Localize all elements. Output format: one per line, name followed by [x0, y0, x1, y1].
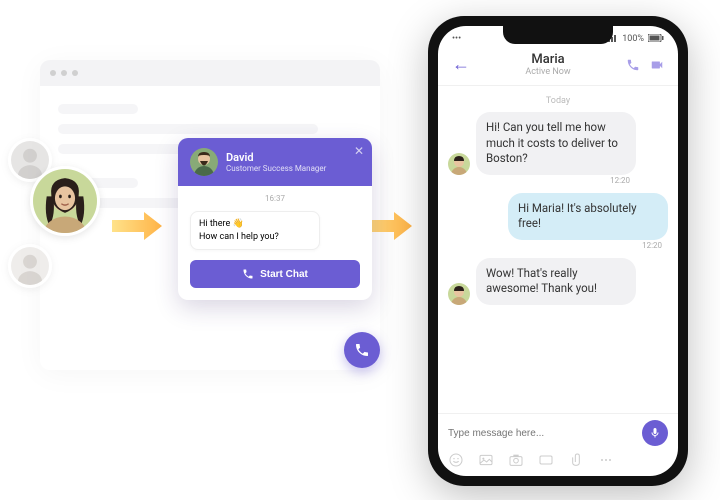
greeting-line1: Hi there 👋	[199, 219, 244, 229]
agent-title: Customer Success Manager	[226, 164, 326, 173]
message-input[interactable]	[448, 428, 642, 439]
start-chat-button[interactable]: Start Chat	[190, 260, 360, 288]
battery-icon	[648, 34, 664, 45]
avatar-primary	[30, 166, 100, 236]
status-left: •••	[452, 34, 461, 44]
close-icon[interactable]: ✕	[354, 144, 364, 158]
battery-text: 100%	[622, 34, 644, 44]
message-row: Hi Maria! It's absolutely free! 12:20	[448, 193, 668, 240]
chat-fab[interactable]	[344, 332, 380, 368]
message-row: Wow! That's really awesome! Thank you!	[448, 258, 668, 305]
message-bubble: Hi Maria! It's absolutely free! 12:20	[508, 193, 668, 240]
chat-footer	[438, 413, 678, 476]
message-text: Hi! Can you tell me how much it costs to…	[486, 120, 618, 165]
message-text: Hi Maria! It's absolutely free!	[518, 201, 637, 231]
mic-icon	[649, 427, 661, 439]
back-button[interactable]: ←	[452, 54, 472, 75]
more-icon[interactable]	[598, 452, 614, 468]
avatar-secondary	[8, 244, 52, 288]
day-label: Today	[448, 96, 668, 106]
message-row: Hi! Can you tell me how much it costs to…	[448, 112, 668, 175]
agent-avatar	[190, 148, 218, 176]
chat-header: ← Maria Active Now	[438, 48, 678, 86]
widget-greeting: Hi there 👋 How can I help you?	[190, 211, 320, 250]
phone-icon	[242, 268, 254, 280]
message-bubble: Hi! Can you tell me how much it costs to…	[476, 112, 636, 175]
attach-icon[interactable]	[568, 452, 584, 468]
chat-widget: ✕ David Customer Success Manager 16:37 H…	[178, 138, 372, 300]
message-bubble: Wow! That's really awesome! Thank you!	[476, 258, 636, 305]
widget-header: ✕ David Customer Success Manager	[178, 138, 372, 186]
mic-button[interactable]	[642, 420, 668, 446]
contact-name: Maria	[472, 52, 624, 67]
agent-name: David	[226, 151, 326, 164]
start-chat-label: Start Chat	[260, 269, 308, 280]
phone-frame: ••• 100% ← Maria Active Now	[428, 16, 688, 486]
greeting-line2: How can I help you?	[199, 232, 279, 242]
gif-icon[interactable]	[538, 452, 554, 468]
avatar	[448, 153, 470, 175]
message-time: 12:20	[610, 176, 630, 187]
call-icon[interactable]	[626, 58, 640, 72]
video-icon[interactable]	[650, 58, 664, 72]
arrow-icon	[110, 208, 164, 244]
avatar	[448, 283, 470, 305]
message-text: Wow! That's really awesome! Thank you!	[486, 266, 597, 296]
browser-titlebar	[40, 60, 380, 86]
contact-status: Active Now	[472, 67, 624, 77]
chat-body: Today Hi! Can you tell me how much it co…	[438, 86, 678, 413]
phone-icon	[354, 342, 370, 358]
sticker-icon[interactable]	[448, 452, 464, 468]
message-time: 12:20	[642, 241, 662, 252]
camera-icon[interactable]	[508, 452, 524, 468]
gallery-icon[interactable]	[478, 452, 494, 468]
phone-notch	[503, 26, 613, 44]
toolbar	[448, 446, 668, 468]
widget-timestamp: 16:37	[190, 194, 360, 203]
